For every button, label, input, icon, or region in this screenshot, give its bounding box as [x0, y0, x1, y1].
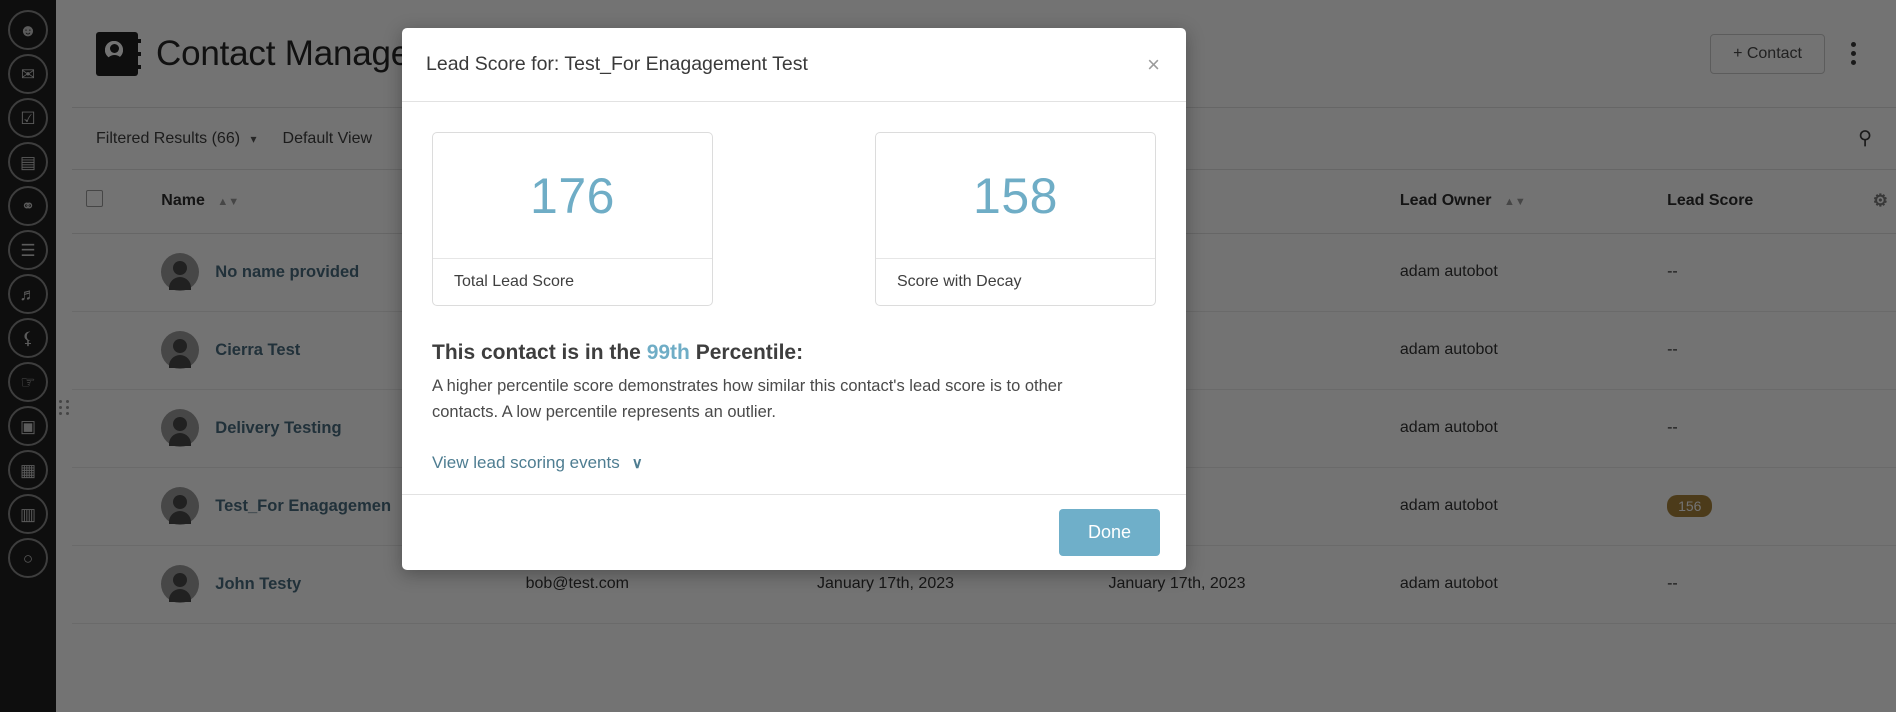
- modal-body: 176 Total Lead Score 158 Score with Deca…: [402, 102, 1186, 494]
- total-lead-score-label: Total Lead Score: [433, 258, 712, 305]
- score-with-decay-card: 158 Score with Decay: [875, 132, 1156, 306]
- percentile-description: A higher percentile score demonstrates h…: [432, 377, 1063, 421]
- modal-footer: Done: [402, 494, 1186, 570]
- view-lead-scoring-events-link[interactable]: View lead scoring events ∨: [432, 453, 643, 473]
- percentile-heading: This contact is in the 99th Percentile:: [432, 341, 1156, 365]
- total-lead-score-value: 176: [530, 167, 615, 224]
- score-cards: 176 Total Lead Score 158 Score with Deca…: [432, 132, 1156, 306]
- screen-root: ☻ ✉ ☑ ▤ ⚭ ☰ ♬ ⚸ ☞ ▣ ▦ ▥ ○: [0, 0, 1896, 712]
- close-icon[interactable]: ×: [1147, 53, 1160, 76]
- total-lead-score-card: 176 Total Lead Score: [432, 132, 713, 306]
- view-lead-scoring-events-label: View lead scoring events: [432, 453, 620, 473]
- done-button[interactable]: Done: [1058, 509, 1160, 556]
- modal-header: Lead Score for: Test_For Enagagement Tes…: [402, 28, 1186, 102]
- percentile-suffix: Percentile:: [689, 341, 804, 364]
- chevron-down-icon: ∨: [631, 455, 643, 473]
- score-with-decay-label: Score with Decay: [876, 258, 1155, 305]
- score-with-decay-value: 158: [973, 167, 1058, 224]
- percentile-value: 99th: [646, 341, 690, 364]
- modal-title: Lead Score for: Test_For Enagagement Tes…: [426, 53, 808, 75]
- lead-score-modal: Lead Score for: Test_For Enagagement Tes…: [402, 28, 1186, 570]
- percentile-prefix: This contact is in the: [432, 341, 647, 364]
